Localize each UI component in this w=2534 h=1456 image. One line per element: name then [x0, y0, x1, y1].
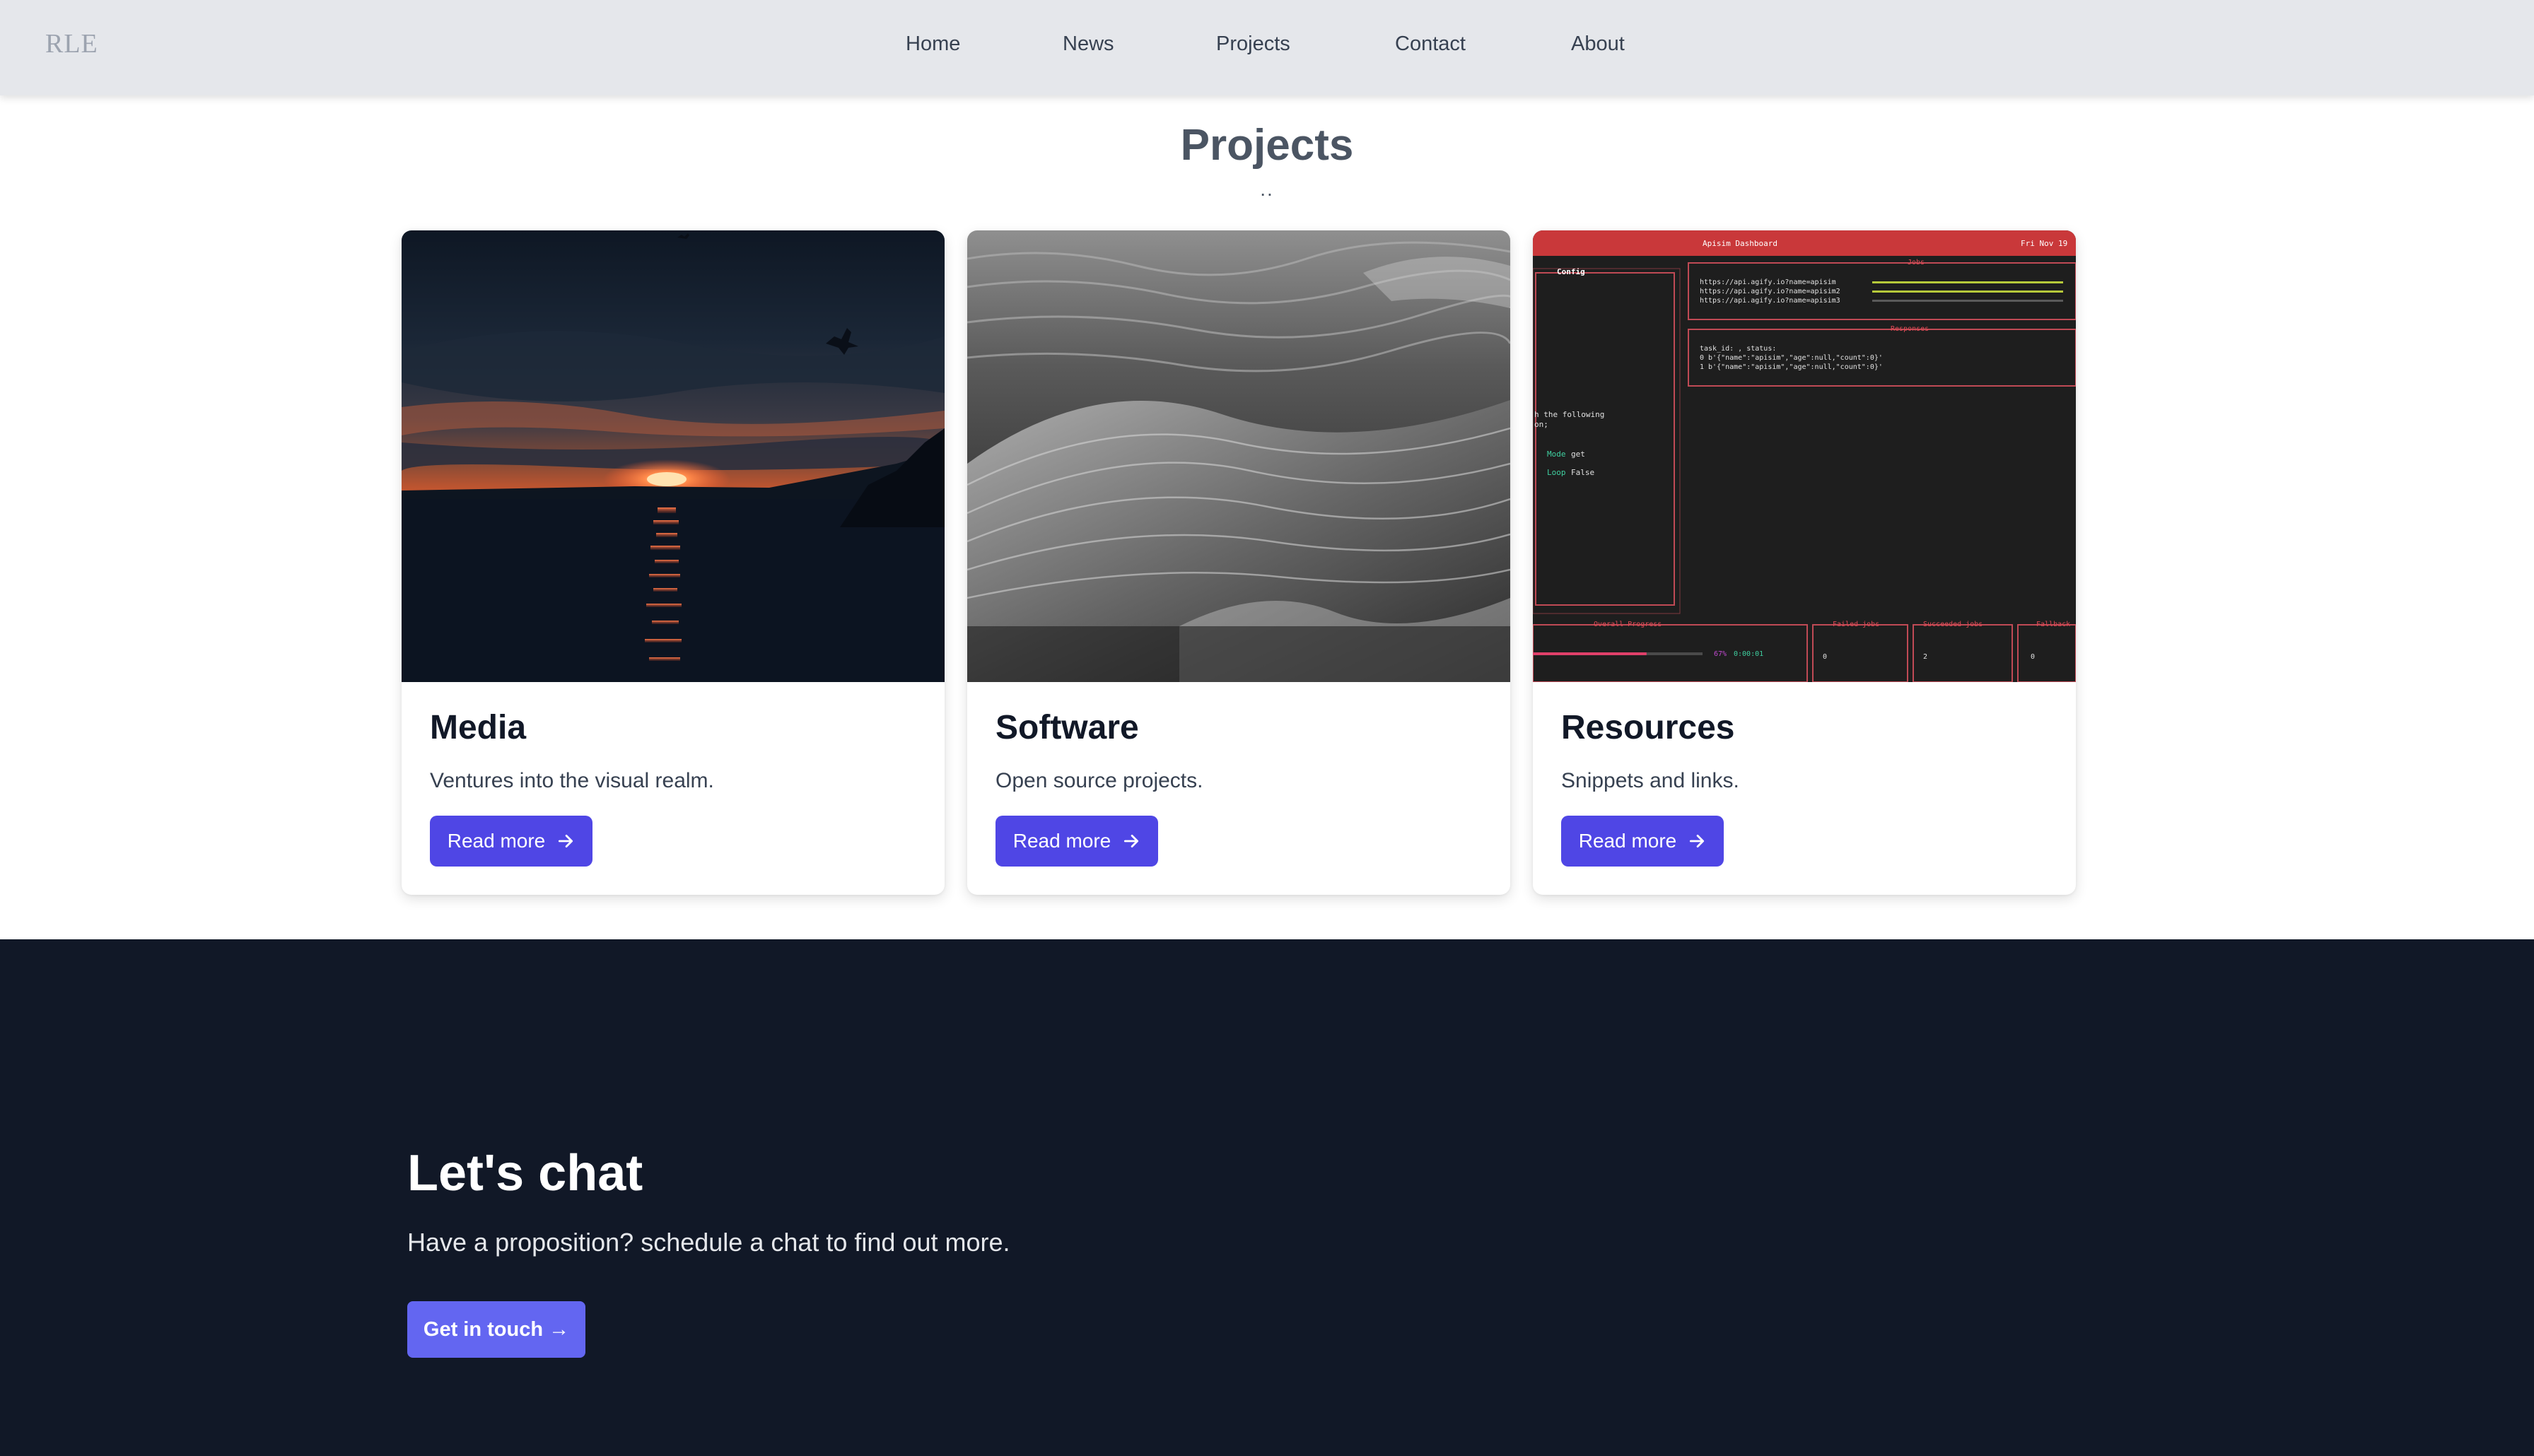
contact-cta-section: Let's chat Have a proposition? schedule … [0, 939, 2534, 1456]
ocean-waves-image [967, 230, 1510, 682]
dashboard-response-line: task_id: , status: [1700, 345, 1776, 353]
card-title-resources: Resources [1561, 709, 1735, 746]
project-card-resources: Apisim Dashboard Fri Nov 19 Config h the… [1533, 230, 2076, 895]
dashboard-loop-value: False [1571, 468, 1594, 477]
dashboard-failed-value: 0 [1823, 653, 1827, 661]
cta-description: Have a proposition? schedule a chat to f… [407, 1228, 1010, 1257]
dashboard-job-url: https://api.agify.io?name=apisim2 [1700, 288, 1840, 295]
top-navbar: RLE Home News Projects Contact About [0, 0, 2534, 95]
nav-link-contact[interactable]: Contact [1395, 33, 1466, 56]
read-more-label: Read more [447, 830, 546, 852]
nav-link-about[interactable]: About [1571, 33, 1625, 56]
read-more-button-software[interactable]: Read more [996, 816, 1158, 867]
dashboard-response-line: 1 b'{"name":"apisim","age":null,"count":… [1700, 363, 1883, 371]
apisim-dashboard-image: Apisim Dashboard Fri Nov 19 Config h the… [1533, 230, 2076, 682]
dashboard-fallback-label: Fallback [2036, 621, 2070, 628]
dashboard-job-bar [1872, 281, 2063, 283]
software-card-image [967, 230, 1510, 682]
dashboard-fallback-value: 0 [2031, 653, 2035, 661]
dashboard-jobs-label: Jobs [1908, 259, 1925, 266]
dashboard-job-bar [1872, 290, 2063, 293]
dashboard-succeeded-value: 2 [1923, 653, 1927, 661]
dashboard-mode-value: get [1571, 450, 1585, 459]
get-in-touch-button[interactable]: Get in touch → [407, 1301, 585, 1358]
dashboard-progress-label: Overall Progress [1594, 621, 1662, 628]
arrow-right-icon [1122, 832, 1140, 850]
read-more-button-resources[interactable]: Read more [1561, 816, 1724, 867]
dashboard-progress-percent: 67% [1714, 650, 1727, 658]
project-card-media: Media Ventures into the visual realm. Re… [402, 230, 945, 895]
read-more-label: Read more [1578, 830, 1677, 852]
nav-link-projects[interactable]: Projects [1216, 33, 1290, 56]
nav-link-news[interactable]: News [1063, 33, 1114, 56]
resources-card-image: Apisim Dashboard Fri Nov 19 Config h the… [1533, 230, 2076, 682]
dashboard-loop-key: Loop [1547, 468, 1566, 477]
cta-heading: Let's chat [407, 1145, 643, 1202]
card-description-media: Ventures into the visual realm. [430, 769, 714, 792]
dashboard-job-url: https://api.agify.io?name=apisim3 [1700, 297, 1840, 305]
dashboard-job-bar [1872, 300, 2063, 302]
dashboard-succeeded-label: Succeeded jobs [1923, 621, 1983, 628]
card-title-software: Software [996, 709, 1139, 746]
dashboard-header: Apisim Dashboard [1703, 239, 1777, 248]
dashboard-config-line: on; [1534, 420, 1548, 429]
projects-subtitle: .. [1260, 178, 1274, 200]
dashboard-config-line: h the following [1534, 410, 1604, 419]
nav-links: Home News Projects Contact About [0, 33, 2534, 61]
card-description-software: Open source projects. [996, 769, 1203, 792]
projects-heading: Projects [1180, 121, 1354, 170]
read-more-label: Read more [1012, 830, 1111, 852]
dashboard-progress-fill [1533, 652, 1647, 655]
read-more-button-media[interactable]: Read more [430, 816, 592, 867]
dashboard-mode-key: Mode [1547, 450, 1566, 459]
dashboard-failed-label: Failed jobs [1833, 621, 1879, 628]
dashboard-date: Fri Nov 19 [2021, 239, 2067, 248]
dashboard-response-line: 0 b'{"name":"apisim","age":null,"count":… [1700, 354, 1883, 362]
dashboard-progress-time: 0:00:01 [1734, 650, 1763, 658]
dashboard-responses-label: Responses [1891, 325, 1929, 333]
nav-link-home[interactable]: Home [906, 33, 960, 56]
arrow-right-icon [556, 832, 575, 850]
media-card-image [402, 230, 945, 682]
sunset-over-water-image [402, 230, 945, 682]
project-card-software: Software Open source projects. Read more [967, 230, 1510, 895]
card-title-media: Media [430, 709, 527, 746]
card-description-resources: Snippets and links. [1561, 769, 1739, 792]
dashboard-job-url: https://api.agify.io?name=apisim [1700, 278, 1836, 286]
arrow-right-icon [1688, 832, 1706, 850]
